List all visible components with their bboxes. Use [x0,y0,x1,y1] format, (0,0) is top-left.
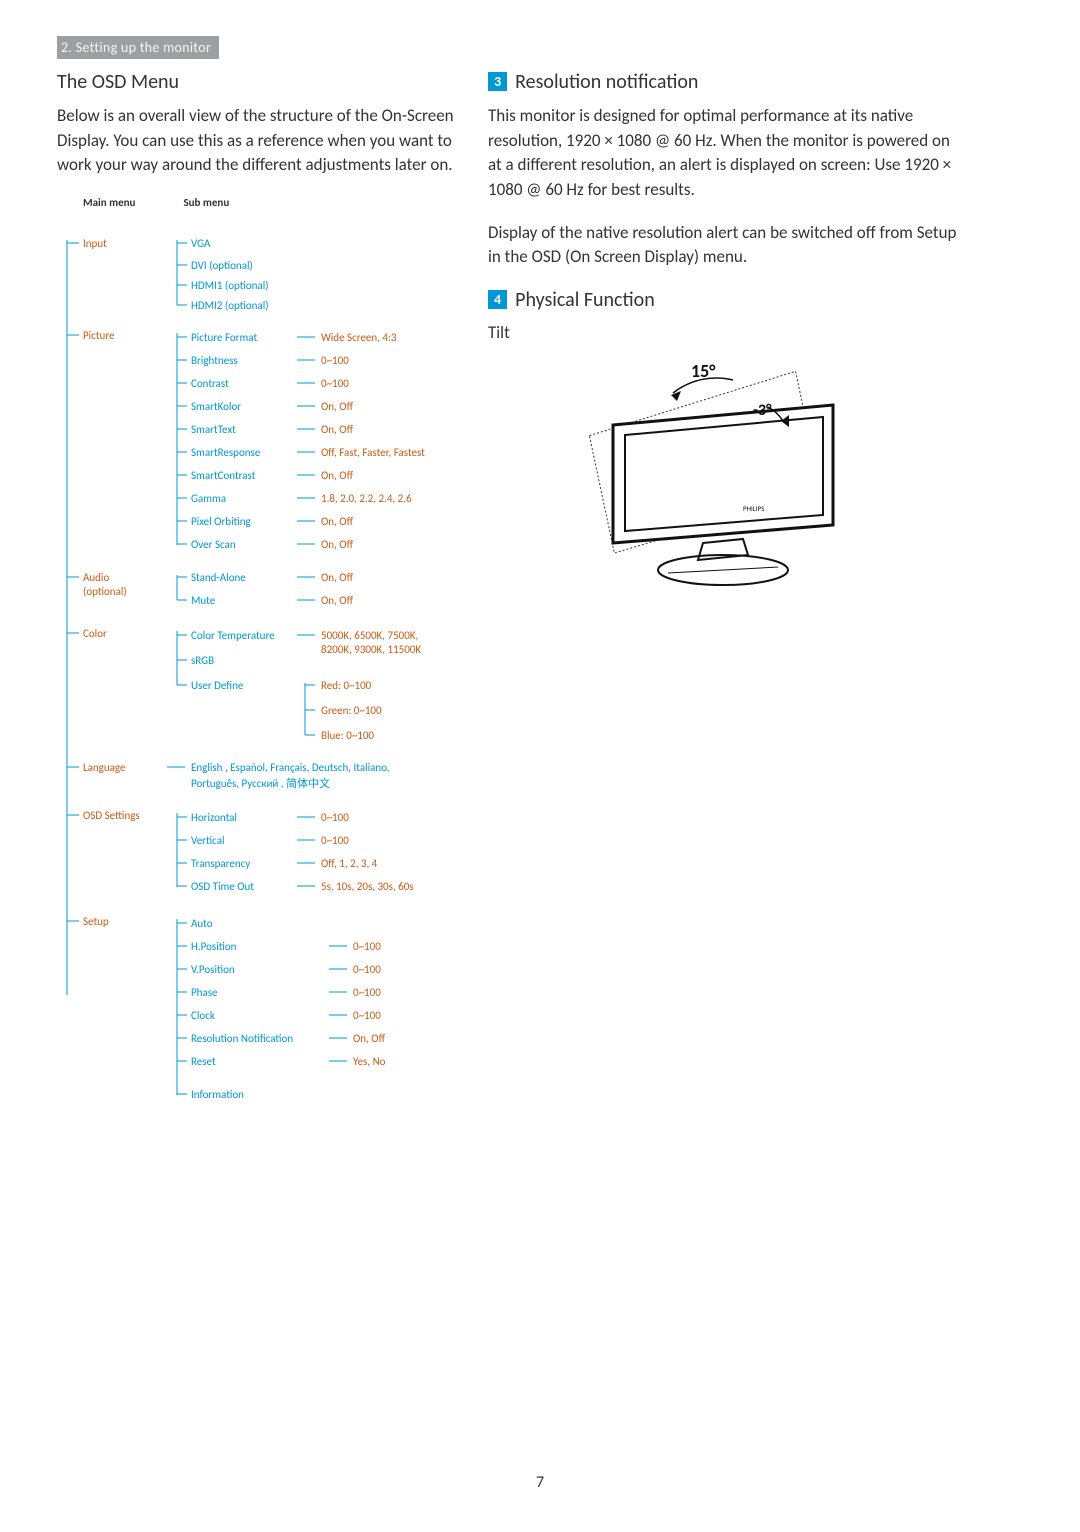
svg-text:SmartKolor: SmartKolor [191,400,241,413]
svg-text:(optional): (optional) [83,585,127,598]
osd-menu-title: The OSD Menu [57,70,457,94]
svg-text:Information: Information [191,1088,244,1101]
svg-text:H.Position: H.Position [191,940,237,953]
svg-text:0~100: 0~100 [353,940,381,953]
badge-3: 3 [488,72,507,91]
svg-text:0~100: 0~100 [353,986,381,999]
svg-text:V.Position: V.Position [191,963,235,976]
svg-text:Português, Русский , 简体中文: Português, Русский , 简体中文 [191,776,330,790]
svg-text:Gamma: Gamma [191,492,226,505]
svg-text:Pixel Orbiting: Pixel Orbiting [191,515,251,528]
page-number: 7 [0,1473,1080,1492]
right-column: 3 Resolution notification This monitor is… [488,70,958,595]
svg-text:Clock: Clock [191,1009,215,1022]
svg-text:5s, 10s, 20s, 30s, 60s: 5s, 10s, 20s, 30s, 60s [321,880,414,893]
svg-text:Contrast: Contrast [191,377,229,390]
svg-text:Picture Format: Picture Format [191,331,257,344]
svg-text:HDMI2 (optional): HDMI2 (optional) [191,299,269,312]
svg-text:Auto: Auto [191,917,213,930]
tilt-label: Tilt [488,322,958,343]
svg-text:English , Español, Français, D: English , Español, Français, Deutsch, It… [191,761,390,774]
svg-text:VGA: VGA [191,237,211,250]
svg-text:Red: 0~100: Red: 0~100 [321,679,372,692]
svg-text:On, Off: On, Off [321,538,354,551]
svg-text:Stand-Alone: Stand-Alone [191,571,246,584]
svg-text:Yes, No: Yes, No [353,1055,386,1068]
svg-text:On, Off: On, Off [321,594,354,607]
svg-text:Phase: Phase [191,986,218,999]
svg-text:sRGB: sRGB [191,654,214,667]
resolution-heading: Resolution notification [515,70,698,94]
physical-title: 4 Physical Function [488,288,958,312]
svg-text:0~100: 0~100 [353,1009,381,1022]
svg-text:On, Off: On, Off [321,515,354,528]
svg-text:Vertical: Vertical [191,834,224,847]
svg-text:DVI (optional): DVI (optional) [191,259,253,272]
svg-text:SmartContrast: SmartContrast [191,469,256,482]
svg-text:Transparency: Transparency [191,857,250,870]
svg-text:OSD Time Out: OSD Time Out [191,880,254,893]
svg-text:User Define: User Define [191,679,244,692]
svg-text:Over Scan: Over Scan [191,538,236,551]
svg-text:1.8, 2.0, 2.2, 2.4, 2.6: 1.8, 2.0, 2.2, 2.4, 2.6 [321,492,412,505]
svg-text:0~100: 0~100 [321,377,349,390]
resolution-para-1: This monitor is designed for optimal per… [488,104,958,203]
svg-text:SmartResponse: SmartResponse [191,446,261,459]
svg-text:Picture: Picture [83,329,115,342]
resolution-title: 3 Resolution notification [488,70,958,94]
svg-text:HDMI1 (optional): HDMI1 (optional) [191,279,269,292]
svg-text:Brightness: Brightness [191,354,238,367]
svg-text:0~100: 0~100 [321,834,349,847]
section-header: 2. Setting up the monitor [57,36,219,59]
tilt-diagram: PHILIPS 15° -3° [573,355,873,595]
svg-text:On, Off: On, Off [321,469,354,482]
main-menu-label: Main menu [83,196,135,209]
brand-label: PHILIPS [743,504,764,513]
svg-text:8200K, 9300K, 11500K: 8200K, 9300K, 11500K [321,643,421,656]
svg-text:OSD Settings: OSD Settings [83,809,140,822]
svg-text:Off, 1, 2, 3, 4: Off, 1, 2, 3, 4 [321,857,378,870]
angle-up: 15° [691,360,716,382]
svg-text:On, Off: On, Off [353,1032,386,1045]
svg-text:Wide Screen, 4:3: Wide Screen, 4:3 [321,331,397,344]
svg-text:Color: Color [83,627,107,640]
svg-text:On, Off: On, Off [321,571,354,584]
menu-input: Input [83,237,107,250]
svg-text:Language: Language [83,761,126,774]
svg-text:Resolution Notification: Resolution Notification [191,1032,293,1045]
svg-text:Color Temperature: Color Temperature [191,629,275,642]
svg-text:Setup: Setup [83,915,109,928]
svg-text:Horizontal: Horizontal [191,811,237,824]
svg-text:Mute: Mute [191,594,216,607]
svg-text:0~100: 0~100 [353,963,381,976]
physical-heading: Physical Function [515,288,655,312]
svg-text:SmartText: SmartText [191,423,236,436]
osd-intro: Below is an overall view of the structur… [57,104,457,178]
svg-text:Green: 0~100: Green: 0~100 [321,704,382,717]
angle-down: -3° [753,401,772,420]
svg-text:5000K, 6500K, 7500K,: 5000K, 6500K, 7500K, [321,629,419,642]
svg-text:Off, Fast, Faster, Fastest: Off, Fast, Faster, Fastest [321,446,425,459]
svg-text:Blue: 0~100: Blue: 0~100 [321,729,374,742]
svg-text:On, Off: On, Off [321,423,354,436]
badge-4: 4 [488,290,507,309]
sub-menu-label: Sub menu [183,196,229,209]
svg-text:0~100: 0~100 [321,354,349,367]
svg-text:Reset: Reset [191,1055,216,1068]
left-column: The OSD Menu Below is an overall view of… [57,70,457,1215]
svg-text:Audio: Audio [83,571,109,584]
resolution-para-2: Display of the native resolution alert c… [488,221,958,270]
osd-menu-tree: Input VGA DVI (optional) HDMI1 (optional… [57,215,457,1215]
svg-text:On, Off: On, Off [321,400,354,413]
svg-text:0~100: 0~100 [321,811,349,824]
